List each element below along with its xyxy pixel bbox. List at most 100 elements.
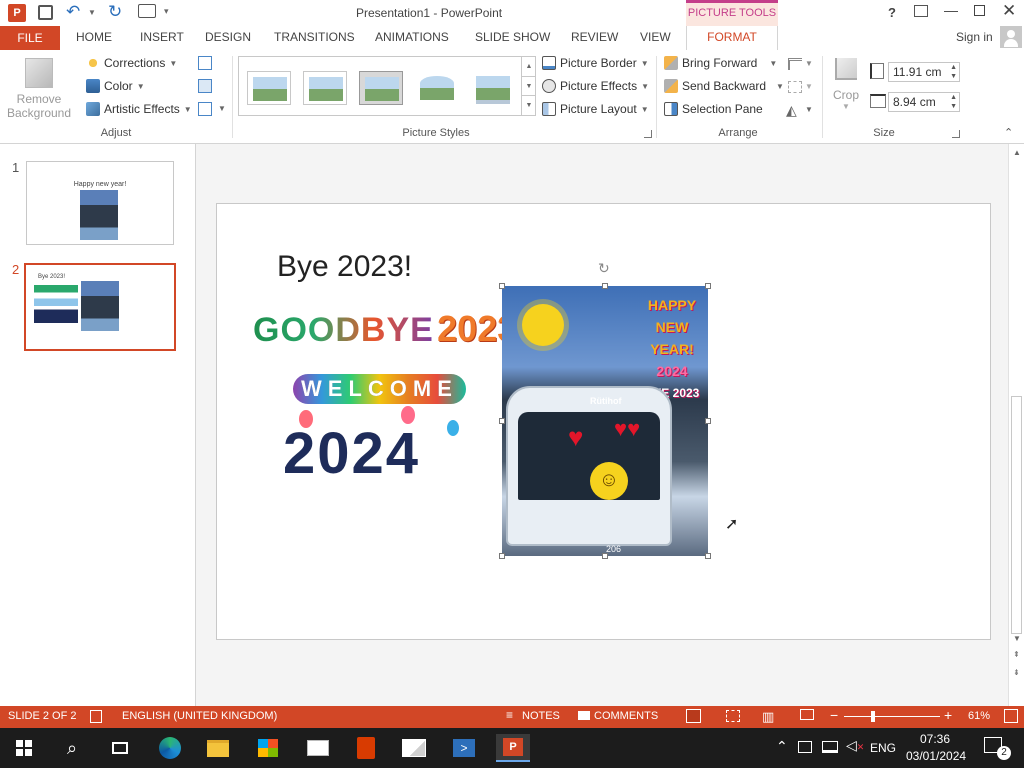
scroll-up-icon[interactable]: ▲ (1013, 148, 1021, 157)
collapse-ribbon-icon[interactable]: ⌃ (1004, 126, 1013, 139)
photos-icon[interactable] (400, 734, 428, 762)
input-language[interactable]: ENG (870, 741, 896, 755)
slide-thumbnail-1[interactable]: Happy new year! (26, 161, 174, 245)
clock-date[interactable]: 03/01/2024 (906, 749, 966, 763)
picture-style-1[interactable] (247, 71, 291, 105)
goodbye-2023-graphic[interactable]: GOODBYE 2023 (253, 308, 517, 360)
remove-background-button[interactable]: Remove Background (4, 56, 74, 122)
reset-picture-icon[interactable] (198, 102, 212, 116)
tab-design[interactable]: DESIGN (205, 30, 251, 44)
slide-title[interactable]: Bye 2023! (277, 250, 412, 284)
rotate-icon[interactable]: ◭ (786, 102, 797, 119)
picture-style-4[interactable] (415, 71, 459, 105)
align-dropdown-icon[interactable]: ▼ (805, 59, 813, 68)
picture-style-2[interactable] (303, 71, 347, 105)
help-button[interactable]: ? (888, 5, 896, 20)
gallery-scroll-up-icon[interactable]: ▲ (521, 57, 536, 76)
artistic-effects-button[interactable]: Artistic Effects ▼ (86, 102, 192, 116)
volume-muted-icon[interactable]: ◁✕ (846, 737, 864, 754)
resize-handle-bottom-left[interactable] (499, 553, 505, 559)
group-icon[interactable] (788, 81, 802, 93)
vertical-scrollbar[interactable]: ▲ ▼ ⇞ ⇟ (1008, 144, 1024, 706)
tab-animations[interactable]: ANIMATIONS (375, 30, 449, 44)
tab-review[interactable]: REVIEW (571, 30, 618, 44)
color-button[interactable]: Color ▼ (86, 79, 145, 93)
gallery-more-icon[interactable]: ▼ (521, 95, 536, 115)
zoom-out-icon[interactable]: − (830, 707, 838, 723)
tab-home[interactable]: HOME (76, 30, 112, 44)
spell-check-icon[interactable] (90, 710, 102, 723)
notes-button[interactable]: NOTES (522, 710, 560, 722)
resize-handle-right[interactable] (705, 418, 711, 424)
zoom-in-icon[interactable]: + (944, 707, 952, 723)
redo-icon[interactable]: ↻ (108, 2, 122, 22)
powerpoint-taskbar-icon[interactable]: P (496, 734, 530, 762)
normal-view-icon[interactable] (686, 709, 701, 723)
tab-format[interactable]: FORMAT (686, 26, 778, 51)
start-from-beginning-icon[interactable] (138, 4, 156, 18)
office-icon[interactable] (352, 734, 380, 762)
resize-handle-bottom[interactable] (602, 553, 608, 559)
resize-handle-top-right[interactable] (705, 283, 711, 289)
mail-icon[interactable] (304, 734, 332, 762)
restore-icon[interactable] (974, 5, 985, 16)
slide-thumbnail-2[interactable]: Bye 2023! (24, 263, 176, 351)
align-icon[interactable] (788, 58, 802, 70)
zoom-slider-thumb[interactable] (871, 711, 875, 722)
group-dropdown-icon[interactable]: ▼ (805, 82, 813, 91)
task-view-icon[interactable] (106, 734, 134, 762)
size-launcher-icon[interactable] (952, 130, 960, 138)
picture-effects-button[interactable]: Picture Effects ▼ (542, 79, 649, 93)
scroll-down-icon[interactable]: ▼ (1013, 634, 1021, 643)
scroll-thumb[interactable] (1011, 396, 1022, 634)
compress-pictures-icon[interactable] (198, 56, 212, 70)
resize-handle-top-left[interactable] (499, 283, 505, 289)
reading-view-icon[interactable]: ▥ (762, 709, 774, 725)
ribbon-display-options-icon[interactable] (914, 5, 928, 17)
gallery-scroll-down-icon[interactable]: ▼ (521, 76, 536, 95)
file-explorer-icon[interactable] (204, 734, 232, 762)
tab-insert[interactable]: INSERT (140, 30, 184, 44)
edge-browser-icon[interactable] (156, 734, 184, 762)
network-icon[interactable] (822, 741, 838, 753)
slide-canvas[interactable]: Bye 2023! GOODBYE 2023 WELCOME 2024 HAPP… (216, 203, 991, 640)
sign-in-link[interactable]: Sign in (956, 30, 993, 44)
save-icon[interactable] (38, 5, 53, 20)
fit-slide-icon[interactable] (1004, 709, 1018, 723)
windows-start-icon[interactable] (10, 734, 38, 762)
meet-now-icon[interactable] (798, 741, 812, 753)
user-avatar-icon[interactable] (1000, 26, 1022, 48)
microsoft-store-icon[interactable] (254, 734, 282, 762)
tab-view[interactable]: VIEW (640, 30, 671, 44)
undo-icon[interactable]: ↶ (66, 2, 80, 22)
selection-pane-button[interactable]: Selection Pane (664, 102, 763, 116)
clock-time[interactable]: 07:36 (920, 732, 950, 746)
search-icon[interactable]: ⌕ (58, 734, 86, 762)
undo-dropdown-icon[interactable]: ▼ (88, 8, 96, 17)
zoom-level[interactable]: 61% (968, 710, 990, 722)
slide-sorter-icon[interactable] (726, 710, 740, 722)
tab-file[interactable]: FILE (0, 26, 60, 50)
shape-height-field[interactable]: 11.91 cm ▲ ▼ (888, 62, 960, 82)
reset-picture-dropdown-icon[interactable]: ▼ (218, 104, 226, 113)
crop-button[interactable]: Crop ▼ (828, 56, 864, 122)
resize-handle-left[interactable] (499, 418, 505, 424)
welcome-2024-graphic[interactable]: WELCOME 2024 (277, 370, 477, 492)
next-slide-icon[interactable]: ⇟ (1013, 668, 1020, 677)
previous-slide-icon[interactable]: ⇞ (1013, 650, 1020, 659)
close-icon[interactable]: ✕ (1002, 1, 1016, 21)
height-spin-arrows[interactable]: ▲ ▼ (950, 63, 957, 81)
tab-transitions[interactable]: TRANSITIONS (274, 30, 355, 44)
picture-style-3[interactable] (359, 71, 403, 105)
comments-button[interactable]: COMMENTS (594, 710, 658, 722)
zoom-slider[interactable] (844, 711, 940, 722)
resize-handle-top[interactable] (602, 283, 608, 289)
tab-slide-show[interactable]: SLIDE SHOW (475, 30, 550, 44)
picture-style-5[interactable] (471, 71, 515, 105)
picture-border-button[interactable]: Picture Border ▼ (542, 56, 649, 70)
rotate-dropdown-icon[interactable]: ▼ (805, 105, 813, 114)
picture-layout-button[interactable]: Picture Layout ▼ (542, 102, 649, 116)
picture-styles-launcher-icon[interactable] (644, 130, 652, 138)
corrections-button[interactable]: Corrections ▼ (86, 56, 177, 70)
powershell-icon[interactable]: > (450, 734, 478, 762)
